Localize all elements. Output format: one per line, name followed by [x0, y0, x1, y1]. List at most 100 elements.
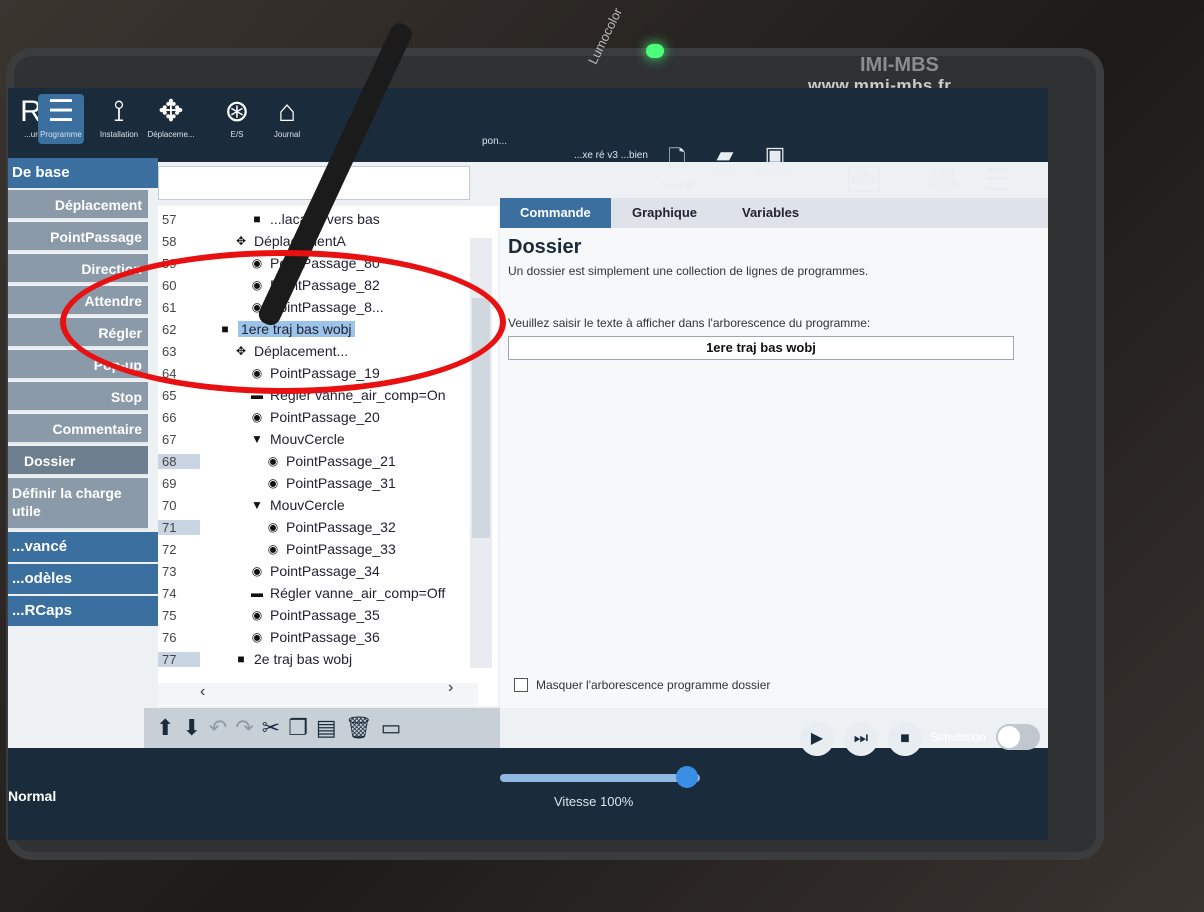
sidebar-item-payload[interactable]: Définir la charge utile	[8, 478, 148, 530]
line-number: 65	[162, 387, 177, 403]
urplus-button[interactable]: UR+	[848, 166, 880, 192]
nav-program[interactable]: ☰ Programme	[38, 94, 84, 144]
save-program-button[interactable]: ▣ Enregistr...	[750, 142, 800, 182]
nav-installation[interactable]: ⟟ Installation	[96, 94, 142, 144]
tree-row[interactable]: 67 ▼ MouvCercle	[158, 428, 478, 450]
hide-tree-checkbox[interactable]	[514, 678, 528, 692]
simulation-toggle-knob	[998, 726, 1020, 748]
folder-command-panel: Dossier Un dossier est simplement une co…	[500, 228, 1048, 708]
sidebar-item-folder[interactable]: Dossier	[8, 446, 148, 476]
tree-row[interactable]: 69 ◉ PointPassage_31	[158, 472, 478, 494]
folder-node-icon: ■	[237, 652, 245, 666]
tree-row[interactable]: 72 ◉ PointPassage_33	[158, 538, 478, 560]
bezel-model-label: IMI-MBS	[860, 54, 939, 76]
hide-tree-option[interactable]: Masquer l'arborescence programme dossier	[514, 678, 770, 692]
category-urcaps[interactable]: ...RCaps	[8, 596, 158, 626]
tree-node-label: PointPassage_36	[270, 629, 380, 645]
stop-button[interactable]: ■	[888, 722, 922, 756]
tree-node-label: PointPassage_32	[286, 519, 396, 535]
sidebar-item-move[interactable]: Déplacement	[8, 190, 148, 220]
circle-move-node-icon: ▼	[251, 498, 263, 512]
undo-icon[interactable]: ↶	[209, 715, 227, 741]
tree-row[interactable]: 75 ◉ PointPassage_35	[158, 604, 478, 626]
line-number: 75	[162, 607, 177, 623]
paste-icon[interactable]: ▤	[316, 715, 337, 741]
tree-row[interactable]: 71 ◉ PointPassage_32	[158, 516, 478, 538]
tree-row[interactable]: 76 ◉ PointPassage_36	[158, 626, 478, 648]
top-navigation-bar: R ...ur ☰ Programme ⟟ Installation ✥ Dép…	[8, 88, 1048, 189]
suppress-icon[interactable]: ▭	[381, 715, 402, 741]
tab-command[interactable]: Commande	[500, 198, 611, 228]
category-templates[interactable]: ...odèles	[8, 564, 158, 594]
circle-move-node-icon: ▼	[251, 432, 263, 446]
sidebar-item-stop[interactable]: Stop	[8, 382, 148, 412]
set-node-icon: ▬	[251, 586, 263, 600]
scroll-right-icon[interactable]: ›	[448, 679, 453, 697]
nav-log[interactable]: ⌂ Journal	[264, 94, 310, 144]
line-number: 69	[162, 475, 177, 491]
io-icon: ⊛	[224, 95, 250, 128]
line-number: 71	[158, 519, 200, 535]
sidebar-item-waypoint[interactable]: PointPassage	[8, 222, 148, 252]
cut-icon[interactable]: ✂	[262, 715, 280, 741]
panel-description: Un dossier est simplement une collection…	[508, 264, 869, 278]
speed-slider-track[interactable]	[500, 774, 700, 782]
tree-row[interactable]: 68 ◉ PointPassage_21	[158, 450, 478, 472]
robot-arm-icon: ⟟	[113, 95, 125, 128]
folder-node-icon: ■	[253, 212, 261, 226]
sidebar-item-comment[interactable]: Commentaire	[8, 414, 148, 444]
new-program-button[interactable]: 🗋 Nouveau	[652, 142, 702, 189]
category-basic[interactable]: De base	[8, 158, 158, 188]
nav-io[interactable]: ⊛ E/S	[214, 94, 260, 144]
panel-title: Dossier	[508, 236, 582, 258]
line-number: 76	[162, 629, 177, 645]
scroll-left-icon[interactable]: ‹	[200, 683, 205, 701]
red-annotation-ellipse	[60, 250, 506, 394]
open-program-button[interactable]: ▰ Ouvrir	[700, 142, 750, 182]
tree-node-label: PointPassage_20	[270, 409, 380, 425]
tree-row[interactable]: 73 ◉ PointPassage_34	[158, 560, 478, 582]
tree-horizontal-scrollbar[interactable]: ‹ ›	[158, 679, 478, 705]
tree-row[interactable]: 66 ◉ PointPassage_20	[158, 406, 478, 428]
move-icon: ✥	[158, 95, 184, 128]
tree-node-label: PointPassage_34	[270, 563, 380, 579]
move-up-icon[interactable]: ⬆	[156, 715, 174, 741]
line-number: 74	[162, 585, 177, 601]
new-file-icon: 🗋	[668, 146, 686, 171]
log-icon: ⌂	[277, 95, 297, 128]
play-button[interactable]: ▶	[800, 722, 834, 756]
line-number: 77	[158, 651, 200, 667]
tree-node-label: 2e traj bas wobj	[254, 651, 353, 667]
tree-node-label: PointPassage_21	[286, 453, 396, 469]
waypoint-node-icon: ◉	[251, 608, 263, 622]
hide-tree-label: Masquer l'arborescence programme dossier	[536, 678, 771, 692]
line-number: 73	[162, 563, 177, 579]
tree-row[interactable]: 70 ▼ MouvCercle	[158, 494, 478, 516]
delete-icon[interactable]: 🗑	[345, 715, 373, 741]
speed-slider-knob[interactable]	[676, 766, 698, 788]
tree-node-label: PointPassage_35	[270, 607, 380, 623]
tree-row[interactable]: 74 ▬ Régler vanne_air_comp=Off	[158, 582, 478, 604]
hamburger-menu-icon[interactable]	[986, 168, 1008, 190]
line-number: 57	[162, 211, 177, 227]
tab-graphic[interactable]: Graphique	[612, 198, 717, 228]
status-readout: 34F4 01D8	[930, 166, 957, 190]
robot-mode: Normal	[8, 788, 57, 804]
line-number: 66	[162, 409, 177, 425]
move-down-icon[interactable]: ⬇	[182, 715, 200, 741]
tab-variables[interactable]: Variables	[722, 198, 819, 228]
save-icon: ▣	[764, 142, 786, 167]
simulation-toggle[interactable]	[996, 724, 1040, 750]
tree-edit-toolbar: ⬆ ⬇ ↶ ↷ ✂ ❐ ▤ 🗑 ▭	[144, 708, 500, 748]
line-number: 67	[162, 431, 177, 447]
copy-icon[interactable]: ❐	[288, 715, 308, 741]
redo-icon[interactable]: ↷	[235, 715, 253, 741]
folder-name-field[interactable]: 1ere traj bas wobj	[508, 336, 1014, 360]
category-advanced[interactable]: ...vancé	[8, 532, 158, 562]
waypoint-node-icon: ◉	[267, 520, 279, 534]
nav-move[interactable]: ✥ Déplaceme...	[147, 94, 194, 144]
line-number: 68	[158, 453, 200, 469]
step-icon: ⏭	[853, 730, 869, 747]
step-button[interactable]: ⏭	[844, 722, 878, 756]
tree-row[interactable]: 77 ■ 2e traj bas wobj	[158, 648, 478, 670]
